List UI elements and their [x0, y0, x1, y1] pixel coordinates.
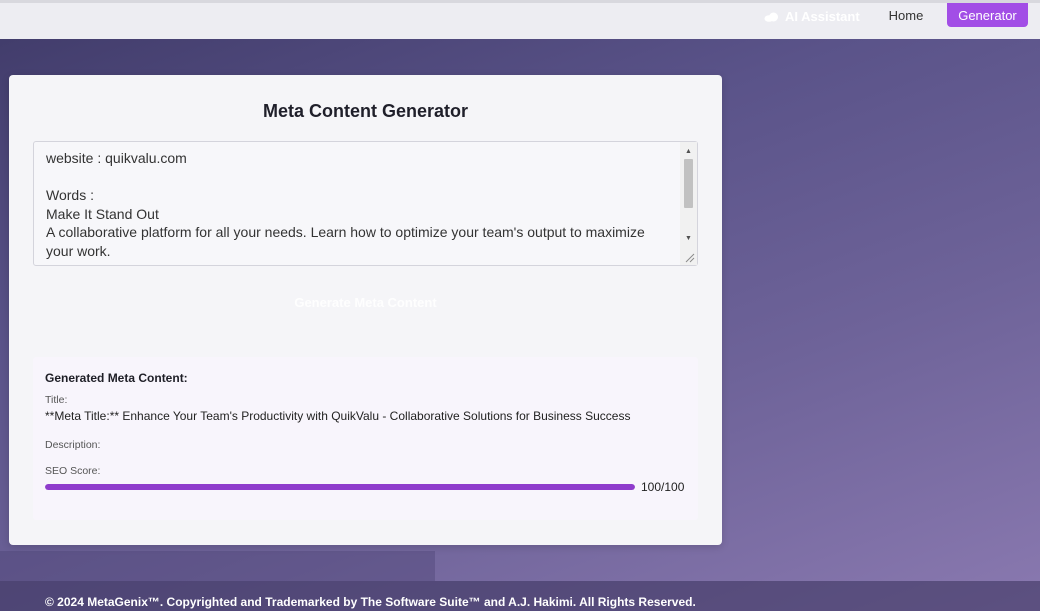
seo-score-value: 100/100	[641, 480, 685, 494]
generator-card: Meta Content Generator ▲ ▼ Generate Meta…	[9, 75, 722, 545]
result-panel: Generated Meta Content: Title: **Meta Ti…	[33, 357, 698, 520]
footer: © 2024 MetaGenix™. Copyrighted and Trade…	[0, 581, 1040, 611]
nav-generator-button[interactable]: Generator	[947, 3, 1028, 27]
footer-accent-block	[0, 551, 435, 581]
footer-copyright: © 2024 MetaGenix™. Copyrighted and Trade…	[45, 595, 696, 609]
nav-home-link[interactable]: Home	[880, 5, 932, 25]
page-title: Meta Content Generator	[262, 101, 469, 121]
input-scrollbar[interactable]: ▲ ▼	[680, 142, 697, 265]
generate-meta-content-button[interactable]: Generate Meta Content	[33, 286, 698, 318]
scroll-down-arrow-icon[interactable]: ▼	[680, 231, 697, 245]
scroll-thumb[interactable]	[684, 159, 693, 208]
resize-grip-icon[interactable]	[681, 249, 696, 264]
content-input[interactable]	[34, 142, 682, 265]
seo-score-bar	[45, 484, 635, 490]
content-input-wrapper: ▲ ▼	[33, 141, 698, 266]
result-heading: Generated Meta Content:	[45, 371, 188, 385]
top-navbar: AI Assistant Home Generator	[0, 0, 1040, 39]
cloud-icon	[764, 12, 779, 22]
seo-score-fill	[45, 484, 635, 490]
nav-brand-ai-assistant[interactable]: AI Assistant	[764, 6, 860, 26]
result-title-value: **Meta Title:** Enhance Your Team's Prod…	[45, 409, 631, 423]
seo-score-label: SEO Score:	[45, 465, 101, 477]
nav-brand-label: AI Assistant	[785, 8, 860, 24]
result-title-label: Title:	[45, 394, 68, 406]
result-description-label: Description:	[45, 439, 101, 451]
scroll-up-arrow-icon[interactable]: ▲	[680, 144, 697, 158]
